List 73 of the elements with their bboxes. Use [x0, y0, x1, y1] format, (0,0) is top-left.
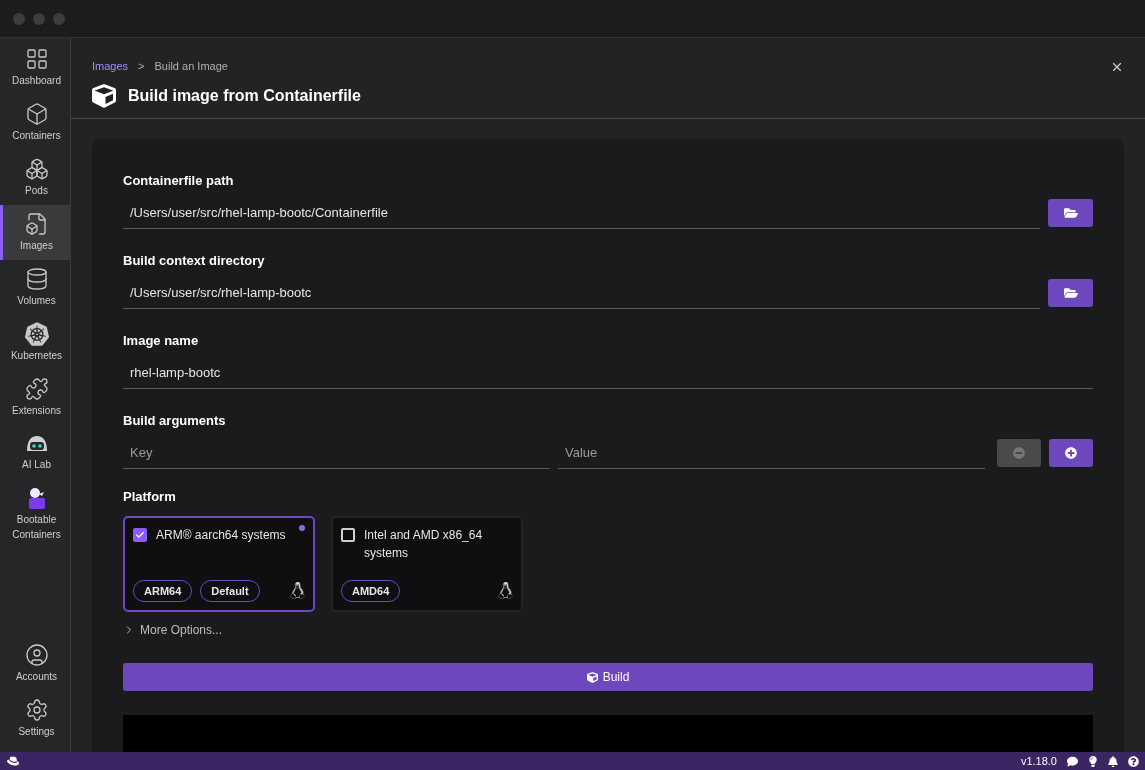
- breadcrumb-link[interactable]: Images: [92, 58, 129, 75]
- page-title: Build image from Containerfile: [128, 85, 361, 106]
- sidebar-item[interactable]: Images: [0, 205, 70, 260]
- sidebar-label: Bootable Containers: [11, 513, 62, 542]
- sidebar-label: Containers: [11, 129, 62, 143]
- platform-label: ARM® aarch64 systems: [156, 527, 286, 544]
- puzzle-icon: [24, 377, 49, 401]
- sidebar-item[interactable]: AI Lab: [0, 425, 70, 480]
- cube-icon: [24, 102, 49, 126]
- checkbox[interactable]: [341, 528, 355, 542]
- browse-button[interactable]: [1048, 279, 1093, 308]
- sidebar-label: Kubernetes: [9, 349, 64, 363]
- value-field[interactable]: Value: [558, 438, 985, 469]
- cube-icon: [92, 83, 116, 108]
- cubes-icon: [24, 157, 49, 181]
- lightbulb-icon[interactable]: [1088, 755, 1098, 767]
- check-icon: [135, 530, 145, 540]
- sidebar-label: Settings: [17, 725, 56, 739]
- sidebar-label: Volumes: [16, 294, 57, 308]
- help-icon[interactable]: [1128, 755, 1139, 767]
- field-label: Build arguments: [123, 411, 227, 430]
- sidebar-item[interactable]: Volumes: [0, 260, 70, 315]
- sidebar-label: Pods: [24, 184, 49, 198]
- more-options-toggle[interactable]: More Options...: [123, 621, 1093, 639]
- penguin-icon: [290, 582, 305, 600]
- bell-icon[interactable]: [1108, 755, 1118, 767]
- chat-icon[interactable]: [1067, 755, 1078, 767]
- field-label: Build context directory: [123, 251, 266, 270]
- minus-icon: [1013, 447, 1025, 460]
- text-field[interactable]: /Users/user/src/rhel-lamp-bootc/Containerfile: [123, 198, 1040, 229]
- platform-label: Intel and AMD x86_64 systems: [364, 527, 484, 562]
- checkbox[interactable]: [133, 528, 147, 542]
- sidebar-item[interactable]: Kubernetes: [0, 315, 70, 370]
- close-icon[interactable]: [1110, 60, 1124, 74]
- helm-wheel-icon: [24, 322, 49, 346]
- folder-icon: [1063, 206, 1078, 221]
- cylinder-icon: [24, 267, 49, 291]
- field-label: Containerfile path: [123, 171, 235, 190]
- key-field[interactable]: Key: [123, 438, 550, 469]
- breadcrumb-separator: >: [138, 59, 145, 74]
- file-cube-icon: [24, 212, 49, 236]
- field-label: Image name: [123, 331, 200, 350]
- field-label: Platform: [123, 487, 177, 506]
- settings-icon: [24, 698, 49, 722]
- add-argument-button[interactable]: [1049, 439, 1093, 468]
- sidebar-label: AI Lab: [21, 458, 52, 472]
- plus-icon: [1065, 447, 1077, 460]
- penguin-icon: [498, 582, 513, 600]
- grid-icon: [24, 47, 49, 71]
- more-options-label: More Options...: [140, 622, 223, 639]
- platform-card[interactable]: Intel and AMD x86_64 systems AMD64: [331, 516, 523, 612]
- browse-button[interactable]: [1048, 199, 1093, 228]
- sidebar-item[interactable]: Bootable Containers: [0, 480, 70, 548]
- sidebar-label: Images: [19, 239, 54, 253]
- sidebar-label: Extensions: [11, 404, 62, 418]
- platform-card[interactable]: ARM® aarch64 systems ARM64 Default: [123, 516, 315, 612]
- sidebar-label: Accounts: [14, 670, 59, 684]
- version-label: v1.18.0: [1020, 753, 1057, 769]
- text-field[interactable]: rhel-lamp-bootc: [123, 358, 1093, 389]
- breadcrumb-current: Build an Image: [154, 59, 228, 74]
- sidebar-item[interactable]: Settings: [0, 691, 70, 746]
- text-field[interactable]: /Users/user/src/rhel-lamp-bootc: [123, 278, 1040, 309]
- sidebar-item[interactable]: Extensions: [0, 370, 70, 425]
- sidebar-item[interactable]: Dashboard: [0, 40, 70, 95]
- sidebar-item[interactable]: Containers: [0, 95, 70, 150]
- sidebar-item[interactable]: Pods: [0, 150, 70, 205]
- user-icon: [24, 643, 49, 667]
- sidebar-item[interactable]: Accounts: [0, 636, 70, 691]
- cube-icon: [586, 671, 598, 683]
- hat-icon[interactable]: [6, 755, 20, 767]
- folder-icon: [1063, 286, 1078, 301]
- sidebar-label: Dashboard: [11, 74, 62, 88]
- build-button[interactable]: Build: [123, 663, 1093, 691]
